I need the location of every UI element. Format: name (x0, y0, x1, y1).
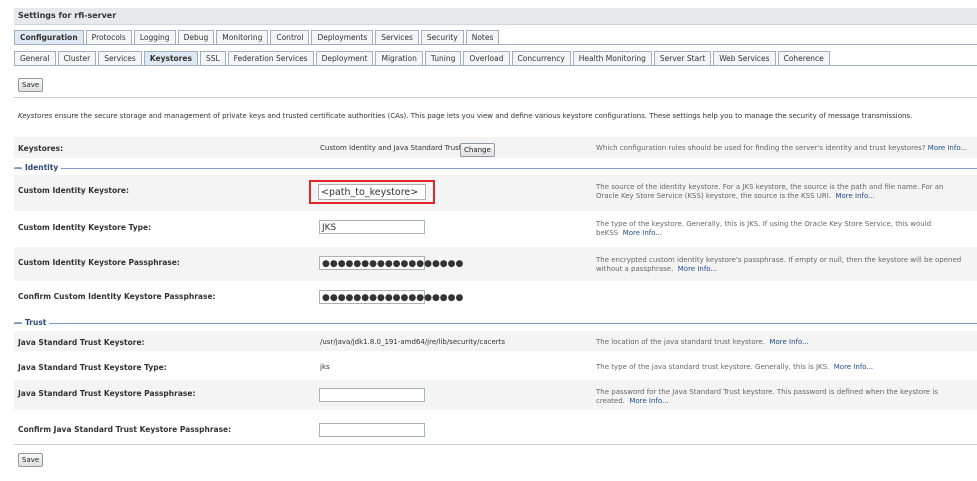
identity-confirm-input[interactable]: ●●●●●●●●●●●●●●●●●● (319, 290, 463, 304)
trust-confirm-input[interactable] (319, 423, 425, 437)
keystores-more-link[interactable]: More Info... (928, 144, 967, 152)
trust-pass-help-line1: The password for the Java Standard Trust… (596, 388, 938, 396)
trust-keystore-value: /usr/java/jdk1.8.0_191-amd64/jre/lib/sec… (320, 338, 506, 346)
trust-pass-input[interactable] (319, 388, 425, 402)
tab-services[interactable]: Services (375, 30, 419, 45)
identity-section-title: Identity (22, 163, 62, 172)
trust-section-title: Trust (22, 318, 50, 327)
subtab-deployment[interactable]: Deployment (315, 51, 374, 66)
trust-pass-help-line2: created. (596, 397, 625, 405)
subtab-overload[interactable]: Overload (463, 51, 510, 66)
trust-keystore-help-text: The location of the java standard trust … (596, 338, 765, 346)
subtab-federation-services[interactable]: Federation Services (227, 51, 314, 66)
identity-keystore-more-link[interactable]: More Info... (835, 192, 874, 200)
save-top-wrap: Save (18, 78, 44, 92)
keystores-help-text: Which configuration rules should be used… (596, 144, 926, 152)
trust-keystore-more-link[interactable]: More Info... (769, 338, 808, 346)
trust-pass-help: The password for the Java Standard Trust… (596, 388, 971, 406)
subtab-concurrency[interactable]: Concurrency (511, 51, 571, 66)
identity-type-help-line2: beKSS (596, 229, 619, 237)
identity-type-more-link[interactable]: More Info... (623, 229, 662, 237)
intro-italic: Keystores (18, 112, 53, 120)
keystores-label: Keystores: (18, 144, 64, 153)
subtab-server-start[interactable]: Server Start (653, 51, 712, 66)
save-button-top[interactable]: Save (18, 78, 44, 92)
subtab-keystores[interactable]: Keystores (143, 51, 198, 66)
identity-section-line (14, 168, 977, 169)
tab-debug[interactable]: Debug (177, 30, 215, 45)
intro-text: Keystores ensure the secure storage and … (18, 112, 973, 120)
identity-pass-label: Custom Identity Keystore Passphrase: (18, 258, 180, 267)
trust-type-help: The type of the java standard trust keys… (596, 363, 873, 372)
identity-pass-more-link[interactable]: More Info... (678, 265, 717, 273)
identity-pass-input[interactable]: ●●●●●●●●●●●●●●●●●● (319, 256, 463, 270)
trust-section-header: — Trust (14, 318, 50, 327)
tab-logging[interactable]: Logging (133, 30, 176, 45)
identity-keystore-help: The source of the identity keystore. For… (596, 183, 971, 201)
trust-section-line (14, 323, 977, 324)
trust-pass-more-link[interactable]: More Info... (629, 397, 668, 405)
trust-keystore-label: Java Standard Trust Keystore: (18, 338, 145, 347)
save-bottom-wrap: Save (18, 453, 44, 467)
trust-confirm-label: Confirm Java Standard Trust Keystore Pas… (18, 425, 232, 434)
identity-section-header: — Identity (14, 163, 62, 172)
settings-header: Settings for rfi-server (14, 8, 977, 25)
intro-body: ensure the secure storage and management… (52, 112, 913, 120)
identity-type-label: Custom Identity Keystore Type: (18, 223, 152, 232)
identity-keystore-label: Custom Identity Keystore: (18, 186, 129, 195)
identity-type-input[interactable]: JKS (319, 220, 425, 234)
identity-keystore-help-line2: Oracle Key Store Service (KSS) keystore,… (596, 192, 832, 200)
identity-pass-help: The encrypted custom identity keystore's… (596, 256, 971, 274)
tab-notes[interactable]: Notes (465, 30, 500, 45)
subtab-general[interactable]: General (14, 51, 56, 66)
subtab-ssl[interactable]: SSL (199, 51, 226, 66)
identity-keystore-help-line1: The source of the identity keystore. For… (596, 183, 944, 191)
keystores-value: Custom Identity and Java Standard Trust (320, 144, 462, 152)
tab-divider (14, 44, 977, 45)
identity-pass-help-line2: without a passphrase. (596, 265, 674, 273)
tab-security[interactable]: Security (420, 30, 464, 45)
tab-configuration[interactable]: Configuration (14, 30, 84, 45)
trust-type-more-link[interactable]: More Info... (834, 363, 873, 371)
page-title: Settings for rfi-server (18, 11, 117, 20)
subtab-web-services[interactable]: Web Services (713, 51, 776, 66)
identity-type-help-line1: The type of the keystore. Generally, thi… (596, 220, 932, 228)
subtab-health-monitoring[interactable]: Health Monitoring (572, 51, 652, 66)
tab-control[interactable]: Control (270, 30, 310, 45)
subtab-tuning[interactable]: Tuning (424, 51, 462, 66)
subtab-services[interactable]: Services (98, 51, 142, 66)
identity-keystore-input[interactable]: <path_to_keystore> (318, 184, 426, 200)
identity-confirm-label: Confirm Custom Identity Keystore Passphr… (18, 292, 216, 301)
divider-bottom (14, 444, 977, 445)
trust-type-value: jks (320, 363, 330, 371)
change-button[interactable]: Change (460, 143, 495, 157)
trust-pass-label: Java Standard Trust Keystore Passphrase: (18, 389, 196, 398)
divider (14, 97, 977, 98)
identity-pass-help-line1: The encrypted custom identity keystore's… (596, 256, 962, 264)
tab-deployments[interactable]: Deployments (311, 30, 374, 45)
subtab-cluster[interactable]: Cluster (57, 51, 97, 66)
keystores-help: Which configuration rules should be used… (596, 144, 967, 153)
tab-monitoring[interactable]: Monitoring (216, 30, 269, 45)
trust-type-help-text: The type of the java standard trust keys… (596, 363, 830, 371)
subtab-coherence[interactable]: Coherence (777, 51, 830, 66)
save-button-bottom[interactable]: Save (18, 453, 44, 467)
change-wrap: Change (460, 143, 495, 157)
trust-keystore-help: The location of the java standard trust … (596, 338, 809, 347)
identity-type-help: The type of the keystore. Generally, thi… (596, 220, 971, 238)
subtab-migration[interactable]: Migration (375, 51, 423, 66)
trust-type-label: Java Standard Trust Keystore Type: (18, 363, 167, 372)
tab-protocols[interactable]: Protocols (85, 30, 132, 45)
subtab-divider (14, 65, 977, 66)
